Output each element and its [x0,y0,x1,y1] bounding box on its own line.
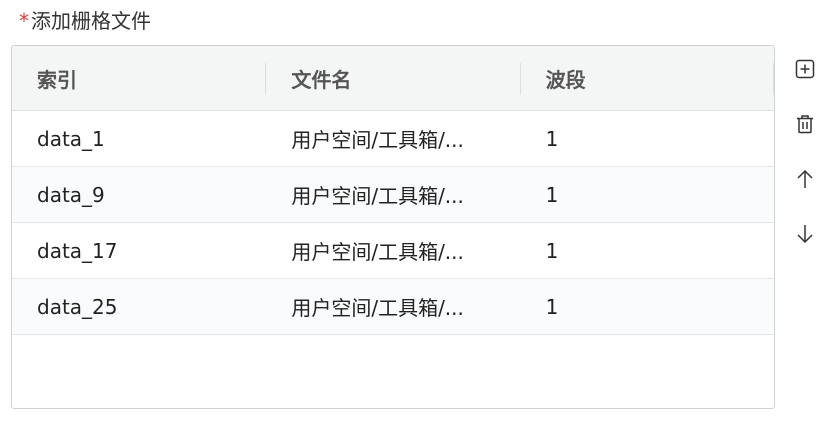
cell-filename: 用户空间/工具箱/... [291,240,464,264]
column-header-filename: 文件名 [266,46,521,110]
table-row[interactable]: data_25 用户空间/工具箱/... 1 [12,279,774,335]
column-divider[interactable] [772,63,774,95]
plus-square-icon [795,59,815,79]
required-mark: * [19,9,29,33]
cell-index: data_9 [37,182,105,207]
cell-band: 1 [545,294,559,319]
arrow-up-icon [797,169,813,188]
table-row[interactable]: data_17 用户空间/工具箱/... 1 [12,223,774,279]
arrow-down-icon [797,225,813,244]
cell-band: 1 [545,238,559,263]
field-label-text: 添加栅格文件 [31,9,151,33]
cell-filename: 用户空间/工具箱/... [291,184,464,208]
trash-icon [797,115,813,134]
column-header-band: 波段 [521,46,774,110]
field-label: * 添加栅格文件 [19,7,151,35]
cell-index: data_1 [37,126,105,151]
raster-files-table: 索引 文件名 波段 data_1 用户空间/工具箱/... 1 data_9 用… [11,45,775,409]
cell-filename: 用户空间/工具箱/... [291,128,464,152]
table-row[interactable]: data_9 用户空间/工具箱/... 1 [12,167,774,223]
move-down-button[interactable] [792,221,818,247]
cell-band: 1 [545,126,559,151]
delete-row-button[interactable] [792,111,818,137]
table-row[interactable]: data_1 用户空间/工具箱/... 1 [12,111,774,167]
add-row-button[interactable] [792,56,818,82]
column-header-index: 索引 [12,46,267,110]
cell-index: data_17 [37,238,118,263]
move-up-button[interactable] [792,166,818,192]
table-header: 索引 文件名 波段 [12,46,774,111]
cell-index: data_25 [37,294,118,319]
cell-band: 1 [545,182,559,207]
row-actions-toolbar [792,56,818,276]
cell-filename: 用户空间/工具箱/... [291,296,464,320]
